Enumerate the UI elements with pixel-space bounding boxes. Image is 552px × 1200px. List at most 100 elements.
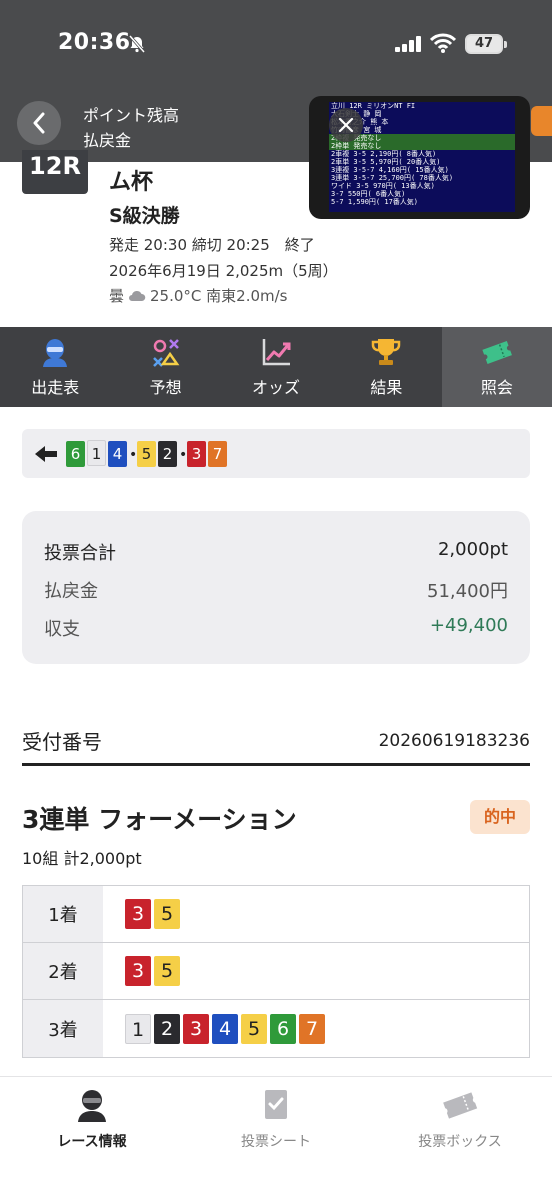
close-video-button[interactable] bbox=[329, 108, 363, 142]
hit-badge: 的中 bbox=[470, 800, 530, 834]
odds-chart-icon bbox=[262, 339, 291, 366]
video-row: 2車複 3-5 2,190円( 8番人気) bbox=[331, 150, 437, 158]
order-separator: • bbox=[129, 447, 138, 463]
weather-detail: 25.0°C 南東2.0m/s bbox=[150, 287, 288, 305]
selected-numbers: 35 bbox=[103, 886, 529, 942]
back-button[interactable] bbox=[17, 101, 61, 145]
selected-numbers: 1234567 bbox=[103, 1000, 529, 1057]
race-times: 発走 20:30 締切 20:25 終了 bbox=[109, 236, 315, 254]
video-row: 立川 12R ミリオンNT FI bbox=[331, 102, 416, 110]
nav-label: 投票シート bbox=[241, 1134, 311, 1150]
receipt-number-label: 受付番号 bbox=[22, 730, 102, 754]
nav-label: レース情報 bbox=[57, 1134, 127, 1150]
video-row: ワイド 3-5 970円( 13番人気) bbox=[331, 182, 435, 190]
weather-text: 曇 bbox=[109, 287, 125, 305]
bet-count: 10組 計2,000pt bbox=[22, 849, 142, 868]
tab-prediction[interactable]: 予想 bbox=[110, 327, 220, 407]
car-number-chip: 7 bbox=[208, 441, 227, 467]
balance-row: 収支 +49,400 bbox=[44, 615, 508, 641]
nav-bet-box[interactable]: 投票ボックス bbox=[368, 1077, 552, 1200]
point-balance-label[interactable]: ポイント残高 bbox=[83, 102, 179, 126]
prediction-icon bbox=[152, 339, 180, 367]
race-name: ム杯 bbox=[109, 170, 154, 195]
race-date-distance: 2026年6月19日 2,025m（5周） bbox=[109, 262, 338, 280]
car-number-chip: 6 bbox=[66, 441, 85, 467]
payout-value: 51,400円 bbox=[427, 581, 508, 602]
total-bet-label: 投票合計 bbox=[44, 543, 116, 564]
signal-icon bbox=[395, 36, 421, 52]
tab-label: 出走表 bbox=[31, 378, 80, 397]
balance-label: 収支 bbox=[44, 619, 80, 640]
payout-label: 払戻金 bbox=[44, 581, 98, 602]
race-weather: 曇 25.0°C 南東2.0m/s bbox=[109, 285, 288, 306]
receipt-number-value: 20260619183236 bbox=[378, 730, 530, 751]
video-row: 5-7 1,590円( 17番人気) bbox=[331, 198, 419, 206]
tab-odds[interactable]: オッズ bbox=[221, 327, 331, 407]
bell-muted-icon bbox=[128, 35, 146, 53]
formation-table: 1着 3 5 2着 3 5 3着 1 2 3 4 5 6 7 bbox=[22, 885, 530, 1058]
car-number-chip: 3 bbox=[183, 1013, 209, 1044]
nav-label: 投票ボックス bbox=[418, 1134, 502, 1150]
formation-row: 3着 1 2 3 4 5 6 7 bbox=[23, 1000, 529, 1057]
nav-race-info[interactable]: レース情報 bbox=[0, 1077, 184, 1200]
tab-entries[interactable]: 出走表 bbox=[0, 327, 110, 407]
car-number-chip: 6 bbox=[270, 1013, 296, 1044]
car-number-chip: 2 bbox=[154, 1013, 180, 1044]
nav-bet-sheet[interactable]: 投票シート bbox=[184, 1077, 368, 1200]
formation-row: 2着 3 5 bbox=[23, 943, 529, 1000]
race-grade: S級決勝 bbox=[109, 205, 180, 227]
payout-row: 払戻金 51,400円 bbox=[44, 577, 508, 603]
car-number-chip: 3 bbox=[125, 899, 151, 929]
bet-box-icon bbox=[443, 1092, 478, 1119]
bet-sheet-icon bbox=[265, 1090, 287, 1119]
tab-label: 照会 bbox=[480, 378, 513, 397]
finish-order-strip: 6 1 4 • 5 2 • 3 7 bbox=[22, 429, 530, 478]
car-number-chip: 5 bbox=[154, 899, 180, 929]
video-row: 2車単 3-5 5,970円( 20番人気) bbox=[331, 158, 441, 166]
total-bet-row: 投票合計 2,000pt bbox=[44, 539, 508, 565]
car-number-chip: 7 bbox=[299, 1013, 325, 1044]
bottom-navigation: レース情報 投票シート 投票ボックス bbox=[0, 1076, 552, 1200]
cloud-icon bbox=[129, 290, 146, 301]
arrow-left-icon bbox=[35, 445, 57, 462]
wifi-icon bbox=[430, 33, 456, 53]
race-tabs: 出走表 予想 オッズ 結果 照会 bbox=[0, 327, 552, 407]
status-time: 20:36 bbox=[58, 30, 131, 55]
race-info-icon bbox=[78, 1090, 106, 1122]
car-number-chip: 3 bbox=[187, 441, 206, 467]
bet-type-title: 3連単 フォーメーション bbox=[22, 805, 297, 834]
total-bet-value: 2,000pt bbox=[437, 539, 508, 560]
car-number-chip: 2 bbox=[158, 441, 177, 467]
trophy-icon bbox=[372, 339, 401, 365]
race-number-badge: 12R bbox=[22, 150, 88, 194]
close-icon bbox=[338, 117, 354, 133]
tab-results[interactable]: 結果 bbox=[331, 327, 441, 407]
car-number-chip: 3 bbox=[125, 956, 151, 986]
video-player[interactable]: 立川 12R ミリオンNT FI 大石剣士 静 岡 松本秀之介 熊 本 竹内智彦… bbox=[309, 96, 530, 219]
video-row: 2枠単 発売なし bbox=[329, 142, 515, 150]
position-label: 1着 bbox=[23, 886, 103, 942]
video-row: 3連複 3-5-7 4,160円( 15番人気) bbox=[331, 166, 449, 174]
car-number-chip: 4 bbox=[212, 1013, 238, 1044]
car-number-chip: 1 bbox=[125, 1013, 151, 1044]
formation-row: 1着 3 5 bbox=[23, 886, 529, 943]
tab-inquiry[interactable]: 照会 bbox=[441, 327, 552, 407]
balance-value: +49,400 bbox=[429, 615, 508, 636]
car-number-chip: 1 bbox=[87, 440, 106, 466]
header-action-button[interactable] bbox=[531, 106, 552, 136]
car-number-chip: 4 bbox=[108, 441, 127, 467]
car-number-chip: 5 bbox=[241, 1013, 267, 1044]
chevron-left-icon bbox=[33, 112, 45, 134]
car-number-chip: 5 bbox=[154, 956, 180, 986]
finish-order-chips: 6 1 4 • 5 2 • 3 7 bbox=[66, 440, 229, 467]
receipt-number-row: 受付番号 20260619183236 bbox=[22, 722, 530, 766]
tab-label: 予想 bbox=[149, 378, 182, 397]
tab-label: 結果 bbox=[370, 378, 403, 397]
racer-icon bbox=[43, 339, 68, 367]
video-row: 3-7 550円( 6番人気) bbox=[331, 190, 406, 198]
battery-indicator: 47 bbox=[465, 34, 507, 54]
ticket-icon bbox=[482, 340, 512, 364]
position-label: 2着 bbox=[23, 943, 103, 999]
payout-label[interactable]: 払戻金 bbox=[83, 127, 131, 151]
order-separator: • bbox=[179, 447, 188, 463]
